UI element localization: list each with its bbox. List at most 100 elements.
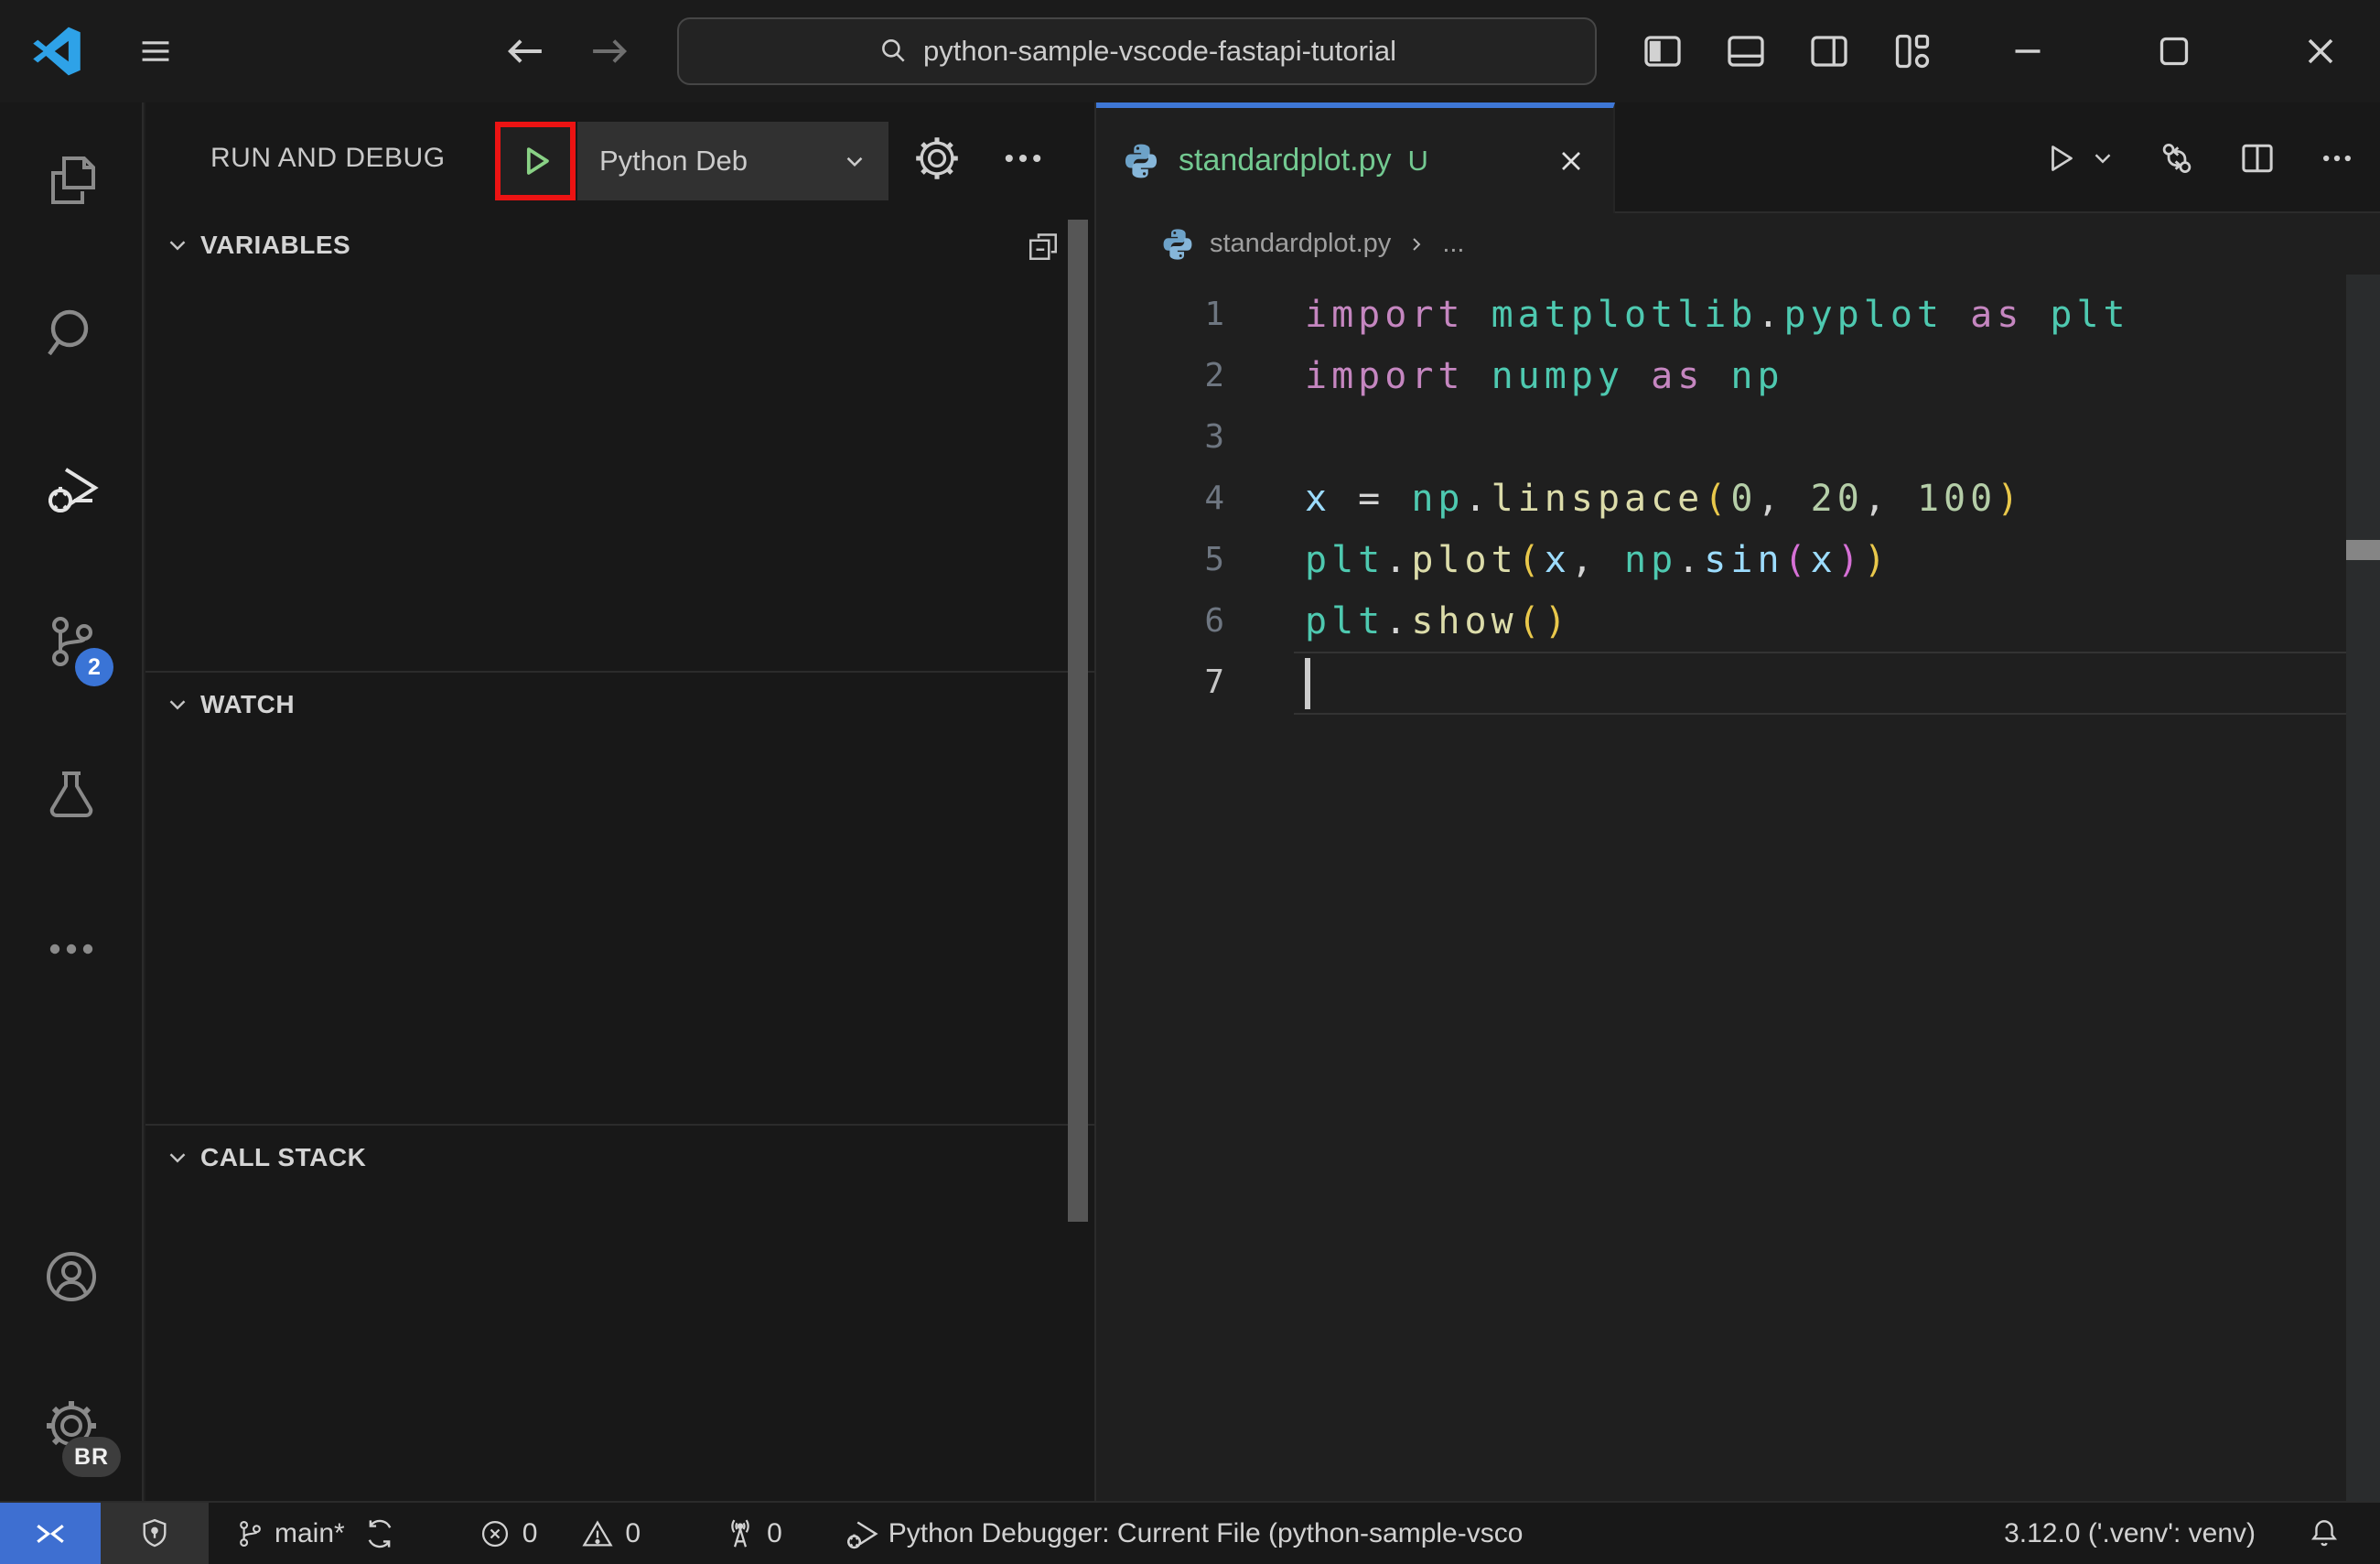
notifications-bell[interactable] (2307, 1516, 2342, 1551)
account-icon[interactable] (42, 1247, 101, 1306)
tab-close-icon[interactable] (1555, 145, 1588, 178)
debug-config-status-item[interactable]: Python Debugger: Current File (python-sa… (843, 1515, 1523, 1552)
run-dropdown-chevron-icon[interactable] (2089, 145, 2116, 172)
editor-scrollbar-slider[interactable] (2346, 540, 2380, 560)
tab-modified-badge: U (1407, 144, 1428, 177)
editor-group: standardplot.py U standardplot.py ... 1 … (1094, 102, 2380, 1501)
code-line[interactable]: 5 plt.plot(x, np.sin(x)) (1096, 529, 2380, 590)
python-interpreter-item[interactable]: 3.12.0 ('.venv': venv) (2004, 1518, 2256, 1549)
section-label: CALL STACK (200, 1143, 367, 1171)
editor-more-actions-icon[interactable] (2318, 139, 2356, 178)
chevron-down-icon (846, 156, 863, 167)
python-icon (1122, 142, 1160, 180)
profile-badge[interactable]: BR (62, 1437, 121, 1477)
code-line[interactable]: 1 import matplotlib.pyplot as plt (1096, 284, 2380, 345)
split-editor-icon[interactable] (2237, 138, 2278, 178)
debug-icon (846, 1520, 878, 1548)
maximize-button[interactable] (2152, 29, 2196, 73)
editor-actions (2041, 102, 2356, 213)
vscode-logo-icon (31, 26, 82, 77)
python-icon (1160, 227, 1195, 262)
code-line[interactable]: 3 (1096, 406, 2380, 468)
code-line[interactable]: 2 import numpy as np (1096, 345, 2380, 406)
error-count: 0 (522, 1517, 538, 1548)
debug-start-icon (526, 147, 549, 175)
line-content: plt.show() (1305, 599, 1571, 642)
testing-icon[interactable] (42, 766, 101, 825)
variables-section-header[interactable]: VARIABLES (145, 213, 1094, 277)
sidebar-title: RUN AND DEBUG (210, 142, 446, 173)
python-version: 3.12.0 ('.venv': venv) (2004, 1517, 2256, 1548)
debug-config-dropdown[interactable]: Python Deb (577, 122, 888, 200)
toggle-secondary-sidebar-icon[interactable] (1807, 29, 1851, 73)
line-number: 2 (1204, 357, 1224, 394)
breadcrumb[interactable]: standardplot.py ... (1096, 213, 2380, 275)
line-content: import matplotlib.pyplot as plt (1305, 293, 2130, 336)
line-number: 4 (1204, 480, 1224, 517)
variables-section-body (145, 277, 1094, 671)
run-and-debug-sidebar: RUN AND DEBUG Python Deb VARIABLES WATCH… (145, 102, 1094, 1501)
code-area: 1 import matplotlib.pyplot as plt 2 import … (1096, 275, 2380, 715)
search-icon (878, 36, 909, 67)
chevron-down-icon (169, 700, 186, 710)
customize-layout-icon[interactable] (1890, 29, 1934, 73)
debug-settings-gear-icon[interactable] (912, 134, 962, 183)
menu-icon[interactable] (134, 29, 178, 73)
line-number: 1 (1204, 296, 1224, 333)
close-button[interactable] (2299, 29, 2342, 73)
search-icon[interactable] (42, 305, 101, 363)
debug-config-label: Python Deb (599, 145, 748, 177)
explorer-icon[interactable] (42, 151, 101, 210)
run-python-file-icon[interactable] (2041, 140, 2078, 177)
code-line[interactable]: 4 x = np.linspace(0, 20, 100) (1096, 468, 2380, 529)
warning-count: 0 (625, 1517, 641, 1548)
collapse-all-icon[interactable] (1025, 228, 1061, 264)
back-button[interactable] (501, 27, 549, 75)
watch-section-header[interactable]: WATCH (145, 673, 1094, 737)
code-lines: 1 import matplotlib.pyplot as plt 2 import … (1096, 284, 2380, 713)
run-and-debug-icon[interactable] (42, 458, 101, 517)
chevron-down-icon (169, 241, 186, 251)
branch-status-item[interactable]: main* (234, 1517, 396, 1550)
tab-standardplot[interactable]: standardplot.py U (1096, 102, 1615, 213)
tab-bar: standardplot.py U (1096, 102, 2380, 213)
problems-status-item[interactable]: 0 0 (479, 1517, 641, 1550)
section-label: WATCH (200, 690, 296, 718)
command-center-search[interactable]: python-sample-vscode-fastapi-tutorial (677, 17, 1597, 85)
debug-toolbar: RUN AND DEBUG Python Deb (145, 102, 1094, 213)
forward-button[interactable] (586, 27, 633, 75)
toggle-primary-sidebar-icon[interactable] (1641, 29, 1685, 73)
branch-icon (240, 1520, 261, 1547)
chevron-right-icon (1413, 237, 1421, 251)
radio-tower-icon (731, 1519, 749, 1548)
text-cursor (1305, 658, 1310, 709)
breadcrumb-symbol: ... (1442, 229, 1465, 258)
line-content: x = np.linspace(0, 20, 100) (1305, 477, 2024, 520)
current-line-highlight (1294, 652, 2346, 715)
warning-icon (582, 1519, 613, 1546)
source-control-badge: 2 (75, 648, 113, 686)
minimize-button[interactable] (2006, 29, 2050, 73)
line-number: 7 (1204, 663, 1224, 701)
sidebar-scrollbar[interactable] (1068, 220, 1088, 1222)
start-debugging-button-highlighted[interactable] (495, 122, 576, 200)
ports-count: 0 (767, 1517, 782, 1548)
line-content: plt.plot(x, np.sin(x)) (1305, 538, 1890, 581)
code-line[interactable]: 6 plt.show() (1096, 590, 2380, 652)
line-number: 3 (1204, 418, 1224, 456)
workspace-trust-button[interactable] (101, 1503, 209, 1564)
shield-icon (143, 1518, 167, 1547)
remote-indicator[interactable] (0, 1503, 101, 1564)
more-views-icon[interactable] (42, 920, 101, 978)
error-icon (481, 1520, 508, 1547)
toggle-panel-icon[interactable] (1724, 29, 1768, 73)
line-number: 5 (1204, 541, 1224, 578)
open-changes-icon[interactable] (2157, 138, 2197, 178)
ports-status-item[interactable]: 0 (723, 1516, 782, 1551)
sync-icon (368, 1519, 392, 1548)
call-stack-section-header[interactable]: CALL STACK (145, 1126, 1094, 1190)
views-more-actions-icon[interactable] (998, 134, 1048, 183)
bell-icon (2311, 1519, 2337, 1546)
chevron-down-icon (169, 1153, 186, 1163)
editor-overview-ruler (2346, 275, 2380, 1501)
